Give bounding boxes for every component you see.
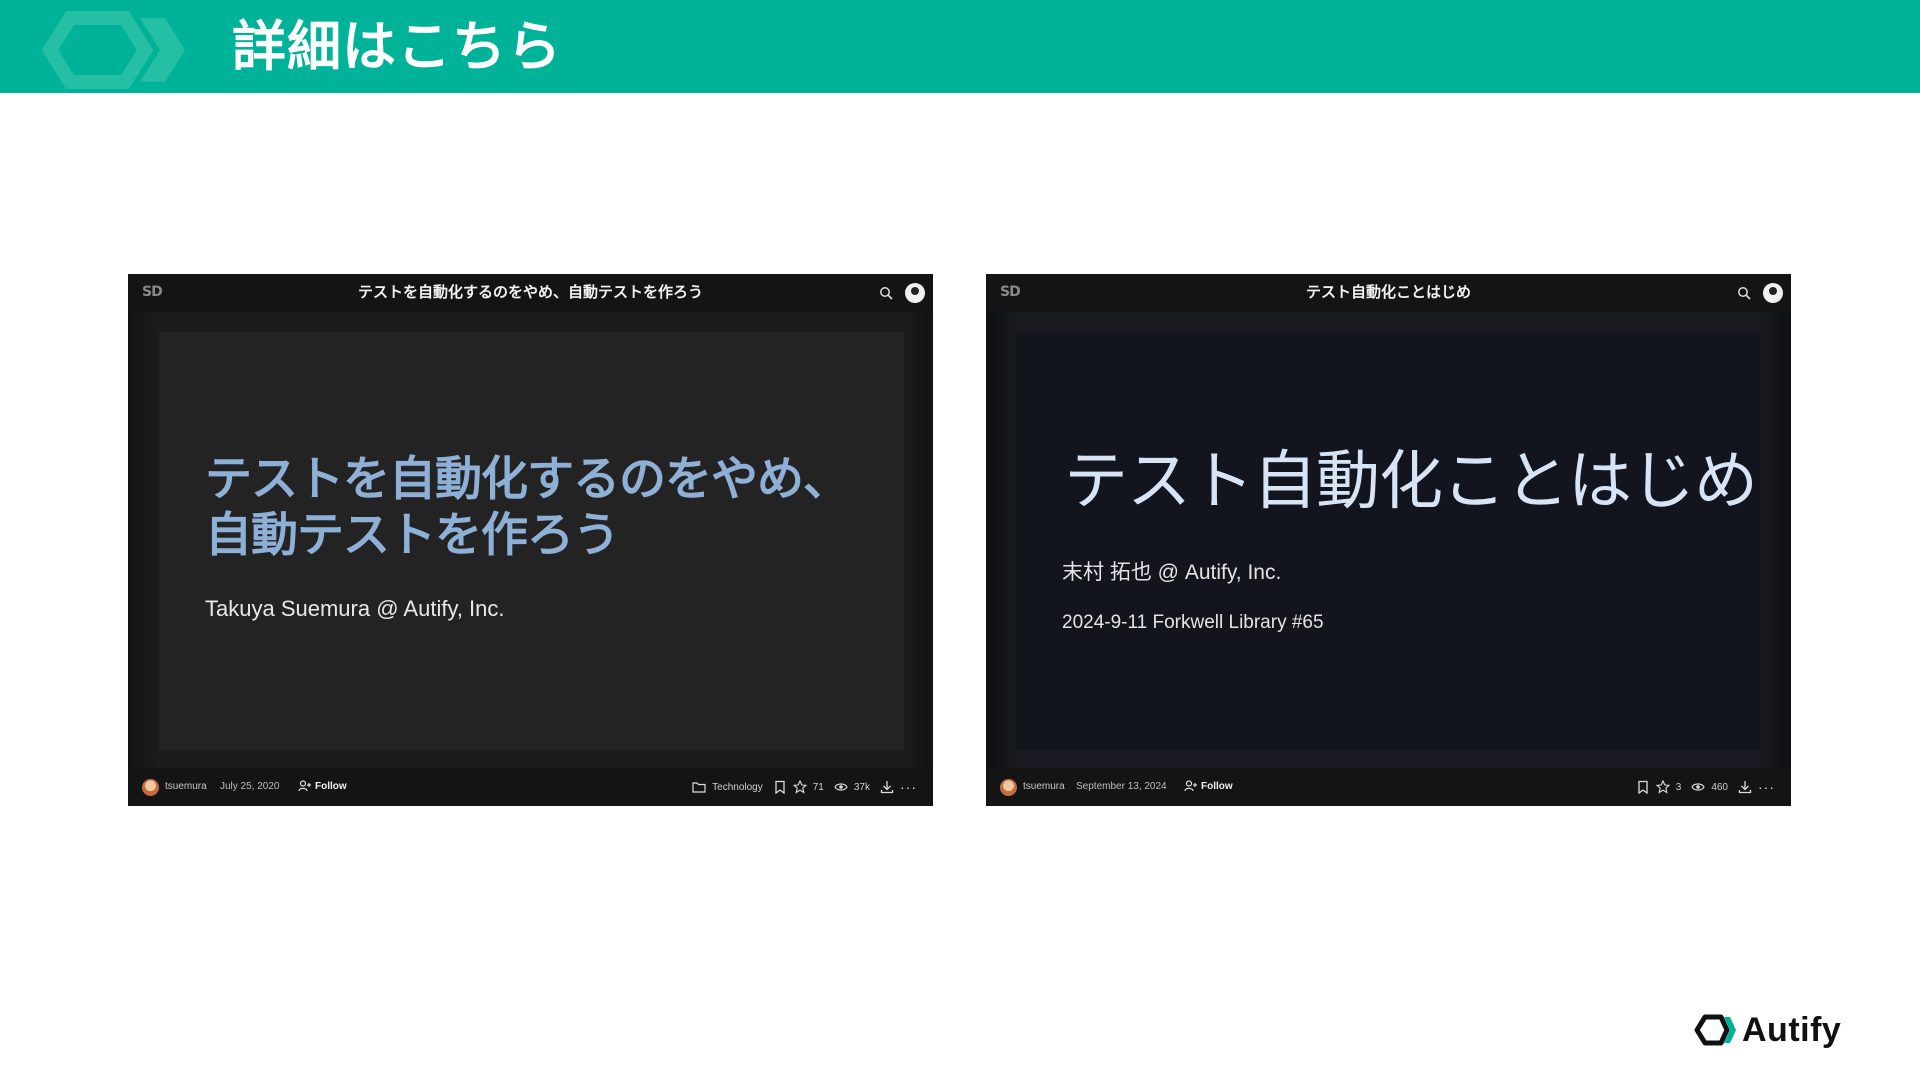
account-avatar-icon[interactable] [905, 283, 925, 303]
speakerdeck-card-left[interactable]: SD テストを自動化するのをやめ、自動テストを作ろう テストを自動化するのをやめ… [128, 274, 933, 806]
hexagon-decoration-icon [41, 11, 185, 89]
slide-frame: テスト自動化ことはじめ 末村 拓也 @ Autify, Inc. 2024-9-… [986, 312, 1791, 768]
slide-title-line-2: 自動テストを作ろう [205, 508, 620, 563]
search-icon[interactable] [879, 286, 893, 300]
slide-author: Takuya Suemura @ Autify, Inc. [205, 596, 505, 621]
card-topbar: SD テスト自動化ことはじめ [986, 274, 1791, 312]
slide-frame: テストを自動化するのをやめ、 自動テストを作ろう Takuya Suemura … [128, 312, 933, 768]
eye-icon [1691, 783, 1705, 791]
more-icon[interactable]: ··· [900, 780, 917, 794]
star-count: 3 [1675, 781, 1682, 793]
autify-logo: Autify [1694, 1010, 1841, 1050]
star-icon[interactable] [1655, 780, 1670, 794]
page-title: 詳細はこちら [232, 15, 562, 78]
download-icon[interactable] [1738, 780, 1752, 794]
slide-event: 2024-9-11 Forkwell Library #65 [1062, 612, 1324, 633]
slide-title: テストを自動化するのをやめ、 自動テストを作ろう [205, 452, 885, 564]
deck-stats: Technology 71 37k ··· [692, 778, 917, 796]
user-avatar[interactable] [142, 779, 159, 796]
slide-title: テスト自動化ことはじめ [1064, 445, 1758, 519]
user-name[interactable]: tsuemura [1023, 781, 1065, 792]
slide-preview[interactable]: テストを自動化するのをやめ、 自動テストを作ろう Takuya Suemura … [159, 332, 904, 750]
more-icon[interactable]: ··· [1758, 780, 1775, 794]
follow-label: Follow [1201, 780, 1233, 792]
autify-wordmark: Autify [1742, 1010, 1842, 1049]
search-icon[interactable] [1737, 286, 1751, 300]
slide-preview[interactable]: テスト自動化ことはじめ 末村 拓也 @ Autify, Inc. 2024-9-… [1016, 332, 1760, 750]
deck-stats: 3 460 ··· [1636, 778, 1775, 796]
follow-label: Follow [315, 780, 347, 792]
follow-button[interactable]: Follow [298, 779, 347, 793]
view-count: 460 [1711, 781, 1728, 793]
deck-title[interactable]: テスト自動化ことはじめ [1106, 274, 1671, 310]
deck-title[interactable]: テストを自動化するのをやめ、自動テストを作ろう [248, 274, 813, 310]
bookmark-icon[interactable] [1636, 780, 1650, 794]
follow-icon [1184, 780, 1197, 792]
star-count: 71 [812, 781, 824, 793]
site-logo[interactable]: SD [1000, 284, 1021, 300]
bookmark-icon[interactable] [773, 780, 787, 794]
slide-title-line-1: テストを自動化するのをやめ、 [205, 452, 850, 507]
card-footer: tsuemura September 13, 2024 Follow 3 460… [986, 768, 1791, 806]
category-link[interactable]: Technology [712, 782, 763, 793]
user-name[interactable]: tsuemura [165, 781, 207, 792]
card-footer: tsuemura July 25, 2020 Follow Technology… [128, 768, 933, 806]
autify-mark-icon [1694, 1014, 1736, 1046]
header-bar: 詳細はこちら [0, 0, 1920, 93]
download-icon[interactable] [880, 780, 894, 794]
post-date: July 25, 2020 [220, 781, 280, 792]
account-avatar-icon[interactable] [1763, 283, 1783, 303]
speakerdeck-card-right[interactable]: SD テスト自動化ことはじめ テスト自動化ことはじめ 末村 拓也 @ Autif… [986, 274, 1791, 806]
slide-author: 末村 拓也 @ Autify, Inc. [1062, 561, 1282, 584]
card-topbar: SD テストを自動化するのをやめ、自動テストを作ろう [128, 274, 933, 312]
site-logo[interactable]: SD [142, 284, 163, 300]
star-icon[interactable] [792, 780, 807, 794]
post-date: September 13, 2024 [1076, 781, 1167, 792]
folder-icon [692, 782, 706, 793]
follow-button[interactable]: Follow [1184, 779, 1233, 793]
eye-icon [834, 783, 848, 791]
user-avatar[interactable] [1000, 779, 1017, 796]
follow-icon [298, 780, 311, 792]
view-count: 37k [853, 781, 870, 793]
